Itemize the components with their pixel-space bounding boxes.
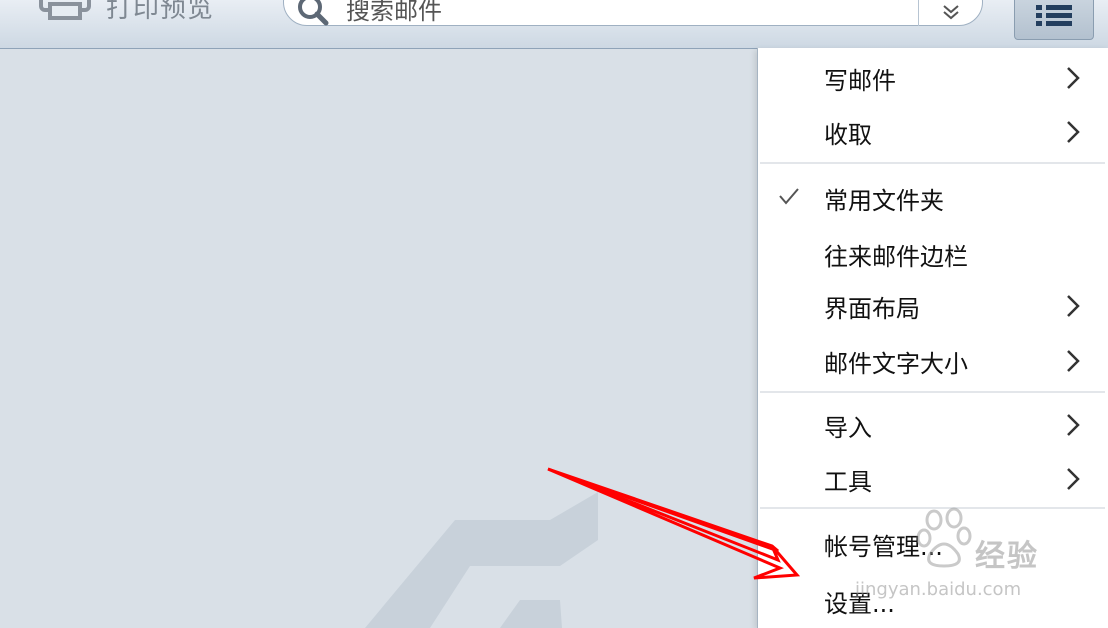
search-icon: [298, 0, 329, 26]
search-options-button[interactable]: [918, 0, 982, 26]
menu-item-contacts-sidebar[interactable]: 往来邮件边栏: [758, 228, 1108, 278]
chevron-right-icon: [1067, 350, 1080, 372]
chevron-right-icon: [1067, 414, 1080, 436]
menu-item-label: 导入: [824, 414, 872, 442]
menu-item-tools[interactable]: 工具: [758, 453, 1108, 503]
double-chevron-down-icon: [942, 5, 959, 20]
menu-item-favorite-folders[interactable]: 常用文件夹: [758, 172, 1108, 222]
chevron-right-icon: [1067, 67, 1080, 89]
check-icon: [779, 188, 799, 205]
menu-separator: [760, 391, 1105, 393]
menu-item-label: 界面布局: [824, 295, 920, 323]
watermark-url: jingyan.baidu.com: [855, 579, 1022, 600]
menu-item-layout[interactable]: 界面布局: [758, 280, 1108, 330]
print-preview-button[interactable]: 打印预览: [38, 0, 214, 26]
menu-item-label: 往来邮件边栏: [824, 243, 968, 271]
print-preview-label: 打印预览: [106, 0, 215, 24]
menu-item-label: 常用文件夹: [824, 187, 944, 215]
menu-item-label: 邮件文字大小: [824, 350, 968, 378]
menu-separator: [760, 162, 1105, 164]
menu-item-label: 收取: [824, 121, 872, 149]
printer-icon: [39, 0, 91, 20]
search-input[interactable]: 搜索邮件: [346, 0, 442, 26]
chevron-right-icon: [1067, 468, 1080, 490]
watermark-brand: 经验: [975, 539, 1039, 574]
list-menu-icon: [1036, 5, 1072, 26]
search-box[interactable]: 搜索邮件: [283, 0, 983, 26]
menu-item-import[interactable]: 导入: [758, 399, 1108, 449]
chevron-right-icon: [1067, 121, 1080, 143]
menu-item-receive[interactable]: 收取: [758, 106, 1108, 156]
menu-item-label: 工具: [824, 468, 872, 496]
chevron-right-icon: [1067, 295, 1080, 317]
menu-item-compose[interactable]: 写邮件: [758, 52, 1108, 102]
main-menu-button[interactable]: [1014, 0, 1094, 40]
menu-item-font-size[interactable]: 邮件文字大小: [758, 335, 1108, 385]
menu-item-label: 写邮件: [824, 67, 896, 95]
background-decoration: [365, 492, 598, 628]
toolbar: 打印预览 搜索邮件: [0, 0, 1108, 49]
